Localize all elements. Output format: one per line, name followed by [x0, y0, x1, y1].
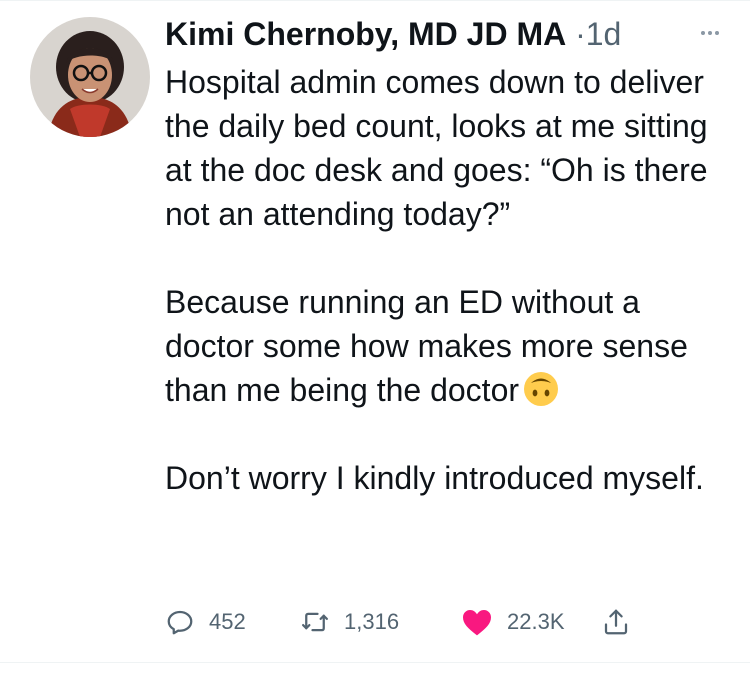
- reply-count: 452: [209, 609, 246, 634]
- share-icon: [601, 607, 631, 637]
- tweet-paragraph-1: Hospital admin comes down to deliver the…: [165, 64, 708, 232]
- like-button[interactable]: 22.3K: [461, 607, 601, 637]
- tweet-paragraph-3: Don’t worry I kindly introduced myself.: [165, 460, 704, 496]
- tweet-paragraph-2: Because running an ED without a doctor s…: [165, 280, 735, 412]
- reply-icon: [165, 607, 195, 637]
- tweet-timestamp[interactable]: 1d: [586, 16, 622, 52]
- reply-button[interactable]: 452: [165, 607, 300, 637]
- top-divider: [0, 0, 750, 1]
- retweet-count: 1,316: [344, 609, 400, 634]
- like-count: 22.3K: [507, 609, 565, 634]
- avatar[interactable]: [30, 17, 150, 137]
- like-icon: [461, 607, 493, 637]
- tweet-paragraph-2-text: Because running an ED without a doctor s…: [165, 284, 688, 408]
- share-button[interactable]: [601, 607, 631, 637]
- tweet-text: Hospital admin comes down to deliver the…: [165, 60, 735, 500]
- retweet-button[interactable]: 1,316: [300, 607, 461, 637]
- more-icon[interactable]: [690, 20, 730, 46]
- tweet-actions: 452 1,316 22.3K: [165, 600, 631, 644]
- retweet-icon: [300, 607, 330, 637]
- bottom-divider: [0, 662, 750, 663]
- tweet-header: Kimi Chernoby, MD JD MA ·1d: [165, 12, 730, 56]
- upside-down-face-emoji-icon: [524, 372, 559, 406]
- avatar-photo: [30, 17, 150, 137]
- header-separator: ·: [575, 16, 586, 52]
- author-display-name[interactable]: Kimi Chernoby, MD JD MA: [165, 16, 566, 52]
